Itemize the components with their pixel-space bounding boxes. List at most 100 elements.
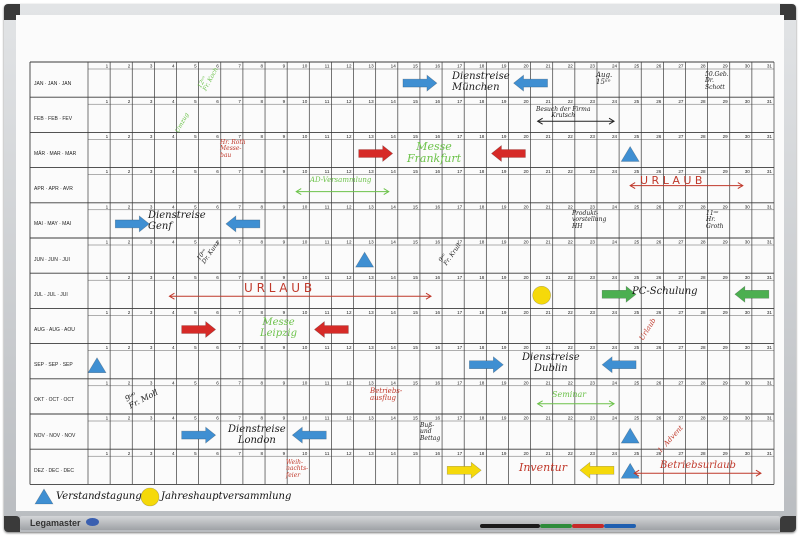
day-number: 30	[745, 451, 751, 456]
day-number: 9	[283, 64, 286, 69]
day-number: 23	[590, 416, 596, 421]
day-number: 31	[767, 64, 773, 69]
day-number: 27	[678, 380, 684, 385]
day-number: 10	[302, 275, 308, 280]
day-number: 21	[546, 380, 552, 385]
day-number: 25	[634, 416, 640, 421]
day-number: 1	[106, 169, 109, 174]
day-number: 5	[194, 275, 197, 280]
day-number: 4	[172, 169, 175, 174]
day-number: 17	[457, 380, 463, 385]
day-number: 7	[238, 451, 241, 456]
day-number: 21	[546, 64, 552, 69]
day-number: 19	[501, 204, 507, 209]
day-number: 6	[216, 380, 219, 385]
legend-circle-label: Jahreshauptversammlung	[161, 491, 292, 502]
day-number: 1	[106, 416, 109, 421]
day-number: 2	[128, 240, 131, 245]
day-number: 4	[172, 345, 175, 350]
day-number: 1	[106, 345, 109, 350]
day-number: 15	[413, 310, 419, 315]
marker-tray	[20, 516, 780, 530]
day-number: 17	[457, 134, 463, 139]
day-number: 28	[700, 451, 706, 456]
day-number: 17	[457, 416, 463, 421]
day-number: 31	[767, 169, 773, 174]
day-number: 8	[260, 345, 263, 350]
day-number: 15	[413, 240, 419, 245]
day-number: 6	[216, 345, 219, 350]
day-number: 25	[634, 134, 640, 139]
note-geb-schott: 50.Geb. Dr. Schott	[705, 71, 729, 91]
day-number: 5	[194, 451, 197, 456]
triangle-icon	[620, 462, 640, 479]
day-number: 3	[150, 310, 153, 315]
day-number: 6	[216, 275, 219, 280]
marker-blue-icon[interactable]	[604, 524, 636, 528]
day-number: 11	[325, 416, 330, 421]
triangle-icon	[620, 145, 640, 162]
note-urlaub-jul: U R L A U B	[244, 281, 313, 295]
day-number: 13	[369, 64, 375, 69]
day-number: 17	[457, 169, 463, 174]
day-number: 19	[501, 451, 507, 456]
day-number: 4	[172, 240, 175, 245]
day-number: 8	[260, 310, 263, 315]
day-number: 22	[568, 416, 574, 421]
day-number: 11	[325, 310, 330, 315]
day-number: 9	[283, 240, 286, 245]
triangle-icon	[620, 427, 640, 444]
note-pc-schulung: PC-Schulung	[632, 286, 698, 297]
day-number: 4	[172, 64, 175, 69]
day-number: 2	[128, 380, 131, 385]
marker-green-icon[interactable]	[540, 524, 572, 528]
day-number: 22	[568, 99, 574, 104]
day-number: 24	[612, 345, 618, 350]
day-number: 8	[260, 275, 263, 280]
day-number: 26	[656, 275, 662, 280]
day-number: 22	[568, 345, 574, 350]
day-number: 1	[106, 451, 109, 456]
day-number: 1	[106, 134, 109, 139]
day-number: 19	[501, 380, 507, 385]
day-number: 2	[128, 204, 131, 209]
day-number: 17	[457, 451, 463, 456]
day-number: 28	[700, 64, 706, 69]
day-number: 26	[656, 380, 662, 385]
day-number: 11	[325, 99, 330, 104]
day-number: 19	[501, 275, 507, 280]
day-number: 5	[194, 416, 197, 421]
note-ad-versammlung: AD-Versammlung	[310, 176, 372, 184]
day-number: 16	[435, 345, 441, 350]
day-number: 1	[106, 240, 109, 245]
day-number: 24	[612, 310, 618, 315]
day-number: 24	[612, 416, 618, 421]
marker-black-icon[interactable]	[480, 524, 540, 528]
day-number: 22	[568, 134, 574, 139]
note-betriebsurlaub: Betriebsurlaub	[660, 460, 736, 471]
day-number: 13	[369, 416, 375, 421]
day-number: 15	[413, 64, 419, 69]
day-number: 12	[346, 64, 352, 69]
marker-red-icon[interactable]	[572, 524, 604, 528]
day-number: 30	[745, 169, 751, 174]
day-number: 28	[700, 310, 706, 315]
day-number: 24	[612, 99, 618, 104]
day-number: 16	[435, 169, 441, 174]
month-label: MÄR · MAR · MAR	[34, 151, 77, 157]
day-number: 20	[523, 416, 529, 421]
day-number: 10	[302, 204, 308, 209]
legend-triangle-label: Verstandstagung	[56, 491, 142, 502]
day-number: 12	[346, 99, 352, 104]
day-number: 8	[260, 99, 263, 104]
day-number: 14	[391, 275, 397, 280]
day-number: 8	[260, 134, 263, 139]
day-number: 23	[590, 310, 596, 315]
day-number: 7	[238, 64, 241, 69]
day-number: 31	[767, 416, 773, 421]
day-number: 5	[194, 204, 197, 209]
day-number: 22	[568, 64, 574, 69]
day-number: 3	[150, 416, 153, 421]
day-number: 8	[260, 416, 263, 421]
day-number: 2	[128, 310, 131, 315]
